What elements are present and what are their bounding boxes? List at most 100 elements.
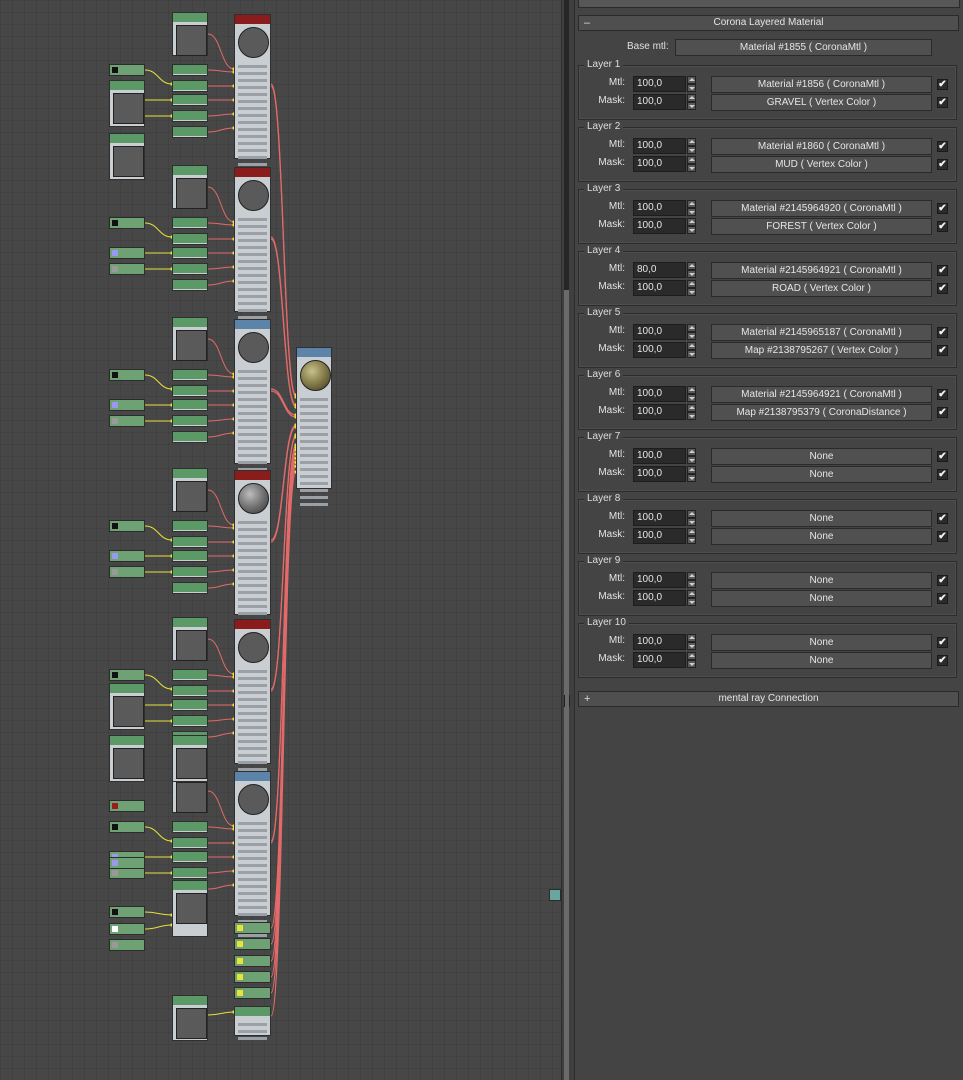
scrollbar-thumb[interactable] [564,290,569,1080]
spinner-down-icon[interactable] [687,474,696,482]
expand-toggle-icon[interactable]: + [584,692,590,706]
mtl-amount-spinner[interactable]: 80,0 [633,262,696,278]
input-map-node[interactable] [109,821,145,833]
mtl-amount-field[interactable]: 100,0 [633,510,686,526]
grey-map-node[interactable] [109,133,145,180]
mtl-slot-button[interactable]: None [711,448,932,465]
mtl-enable-checkbox[interactable]: ✔ [937,141,948,152]
mask-amount-spinner[interactable]: 100,0 [633,342,696,358]
input-map-node[interactable] [109,566,145,578]
mask-amount-field[interactable]: 100,0 [633,404,686,420]
mtl-amount-field[interactable]: 80,0 [633,262,686,278]
corona-mtl-node-4[interactable] [234,470,271,636]
input-map-node[interactable] [109,939,145,951]
input-map-node[interactable] [109,415,145,427]
bitmap-node[interactable] [172,617,208,661]
mtl-amount-field[interactable]: 100,0 [633,448,686,464]
mtl-enable-checkbox[interactable]: ✔ [937,575,948,586]
corona-mtl-node-5[interactable] [234,619,271,785]
mask-enable-checkbox[interactable]: ✔ [937,531,948,542]
map-node[interactable] [172,566,208,578]
spinner-up-icon[interactable] [687,572,696,580]
vertex-color-node[interactable] [234,955,271,967]
input-map-node[interactable] [109,64,145,76]
bitmap-node[interactable] [172,165,208,209]
corona-mtl-node-2[interactable] [234,167,271,333]
vertex-color-node[interactable] [234,987,271,999]
mtl-slot-button[interactable]: None [711,572,932,589]
spinner-up-icon[interactable] [687,448,696,456]
bitmap-node[interactable] [172,317,208,361]
mask-amount-field[interactable]: 100,0 [633,280,686,296]
map-node[interactable] [172,263,208,275]
splitter-grip-icon[interactable] [564,695,570,707]
input-map-node[interactable] [109,857,145,869]
mask-enable-checkbox[interactable]: ✔ [937,593,948,604]
mask-enable-checkbox[interactable]: ✔ [937,345,948,356]
map-node[interactable] [172,80,208,92]
spinner-down-icon[interactable] [687,412,696,420]
map-node[interactable] [172,550,208,562]
pane-splitter[interactable] [561,0,575,1080]
mask-amount-spinner[interactable]: 100,0 [633,652,696,668]
mtl-slot-button[interactable]: None [711,634,932,651]
vertex-color-node[interactable] [234,922,271,934]
spinner-down-icon[interactable] [687,146,696,154]
mtl-amount-spinner[interactable]: 100,0 [633,138,696,154]
corona-layered-rollout-header[interactable]: – Corona Layered Material [578,15,959,31]
mask-amount-spinner[interactable]: 100,0 [633,94,696,110]
spinner-down-icon[interactable] [687,102,696,110]
mtl-amount-field[interactable]: 100,0 [633,572,686,588]
bitmap-node[interactable] [172,468,208,512]
mental-ray-rollout-header[interactable]: + mental ray Connection [578,691,959,707]
mtl-enable-checkbox[interactable]: ✔ [937,389,948,400]
mtl-enable-checkbox[interactable]: ✔ [937,265,948,276]
map-node[interactable] [172,247,208,259]
corona-distance-node[interactable] [234,1006,271,1040]
spinner-up-icon[interactable] [687,76,696,84]
map-node[interactable] [172,851,208,863]
map-node[interactable] [172,821,208,833]
spinner-down-icon[interactable] [687,350,696,358]
map-node[interactable] [172,699,208,711]
mask-amount-spinner[interactable]: 100,0 [633,466,696,482]
mask-slot-button[interactable]: FOREST ( Vertex Color ) [711,218,932,235]
mask-amount-field[interactable]: 100,0 [633,652,686,668]
mask-slot-button[interactable]: None [711,466,932,483]
normal-map-node[interactable] [109,683,145,730]
map-node[interactable] [172,837,208,849]
corona-layered-mtl-node[interactable] [296,347,332,506]
spinner-up-icon[interactable] [687,634,696,642]
map-node[interactable] [172,64,208,76]
mtl-amount-spinner[interactable]: 100,0 [633,386,696,402]
corona-mtl-node-1[interactable] [234,14,271,180]
mtl-amount-spinner[interactable]: 100,0 [633,324,696,340]
light-map-node[interactable] [172,735,208,782]
spinner-up-icon[interactable] [687,94,696,102]
mtl-slot-button[interactable]: Material #2145964920 ( CoronaMtl ) [711,200,932,217]
input-map-node[interactable] [109,217,145,229]
mask-map-node[interactable] [172,995,208,1041]
mtl-slot-button[interactable]: Material #2145964921 ( CoronaMtl ) [711,386,932,403]
mtl-amount-field[interactable]: 100,0 [633,324,686,340]
spinner-up-icon[interactable] [687,510,696,518]
mask-slot-button[interactable]: None [711,528,932,545]
mtl-enable-checkbox[interactable]: ✔ [937,513,948,524]
spinner-down-icon[interactable] [687,642,696,650]
mtl-amount-field[interactable]: 100,0 [633,200,686,216]
mtl-slot-button[interactable]: None [711,510,932,527]
spinner-down-icon[interactable] [687,394,696,402]
normal-map-node[interactable] [109,80,145,127]
input-map-node[interactable] [109,669,145,681]
input-map-node[interactable] [109,520,145,532]
spinner-down-icon[interactable] [687,456,696,464]
mask-amount-spinner[interactable]: 100,0 [633,280,696,296]
spinner-up-icon[interactable] [687,280,696,288]
mask-amount-field[interactable]: 100,0 [633,156,686,172]
mtl-slot-button[interactable]: Material #2145964921 ( CoronaMtl ) [711,262,932,279]
base-mtl-button[interactable]: Material #1855 ( CoronaMtl ) [675,39,932,56]
corona-mtl-node-6[interactable] [234,771,271,937]
mtl-slot-button[interactable]: Material #1856 ( CoronaMtl ) [711,76,932,93]
spinner-up-icon[interactable] [687,590,696,598]
map-node[interactable] [172,867,208,879]
